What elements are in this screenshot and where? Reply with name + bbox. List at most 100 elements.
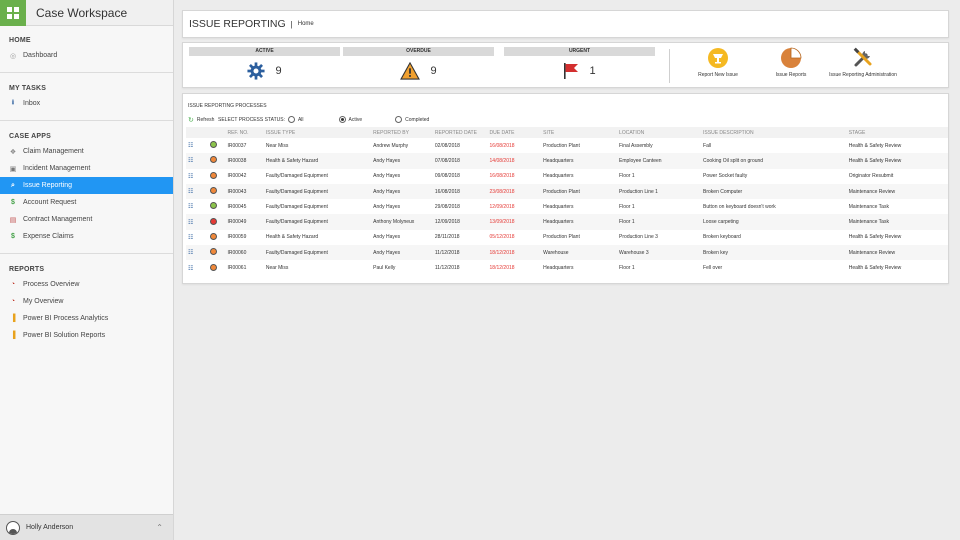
- sidebar: Case Workspace HOME ◎ Dashboard MY TASKS ⭳ In…: [0, 0, 174, 540]
- hierarchy-icon[interactable]: ☷: [188, 220, 193, 226]
- cell-ref: IR00059: [227, 234, 247, 241]
- cell-stage: Health & Safety Review: [848, 265, 902, 272]
- column-header-hierarchy: [186, 127, 209, 138]
- filter-option-active[interactable]: Active: [338, 116, 363, 123]
- hierarchy-cell[interactable]: ☷: [186, 214, 209, 230]
- column-header[interactable]: STAGE: [846, 127, 948, 138]
- dollar-icon: $: [11, 233, 15, 240]
- sidebar-item-my-overview[interactable]: ◔ My Overview: [0, 293, 173, 310]
- cell-ref: IR00061: [227, 265, 247, 272]
- table-row[interactable]: ☷ IR00042 Faulty/Damaged Equipment Andy Hay…: [186, 169, 948, 184]
- cell-reported: 09/08/2018: [434, 173, 460, 180]
- column-header[interactable]: REPORTED BY: [371, 127, 433, 138]
- cell-desc: Button on keyboard doesn't work: [703, 203, 776, 210]
- stat-overdue[interactable]: OVERDUE 9: [343, 47, 494, 85]
- sidebar-item-contract-management[interactable]: ▤ Contract Management: [0, 211, 173, 228]
- hierarchy-cell[interactable]: ☷: [186, 183, 209, 200]
- sidebar-section-title: MY TASKS: [9, 85, 47, 92]
- table-row[interactable]: ☷ IR00060 Faulty/Damaged Equipment Andy Hay…: [186, 245, 948, 261]
- report-new-issue-button[interactable]: Report New Issue: [683, 47, 753, 78]
- sidebar-section: MY TASKS ⭳ Inbox: [0, 83, 173, 112]
- hierarchy-cell[interactable]: ☷: [186, 153, 209, 169]
- page-title: ISSUE REPORTING: [189, 18, 286, 30]
- column-header[interactable]: SITE: [541, 127, 618, 138]
- sidebar-item-label: Issue Reporting: [23, 182, 73, 189]
- issue-reporting-administration-button[interactable]: Issue Reporting Administration: [828, 47, 898, 78]
- sidebar-item-issue-reporting[interactable]: ⌕ Issue Reporting: [0, 177, 173, 194]
- sidebar-item-expense-claims[interactable]: $ Expense Claims: [0, 228, 173, 245]
- column-header[interactable]: ISSUE DESCRIPTION: [701, 127, 847, 138]
- hierarchy-icon[interactable]: ☷: [188, 266, 193, 272]
- cell-location: Employee Canteen: [617, 153, 702, 169]
- table-row[interactable]: ☷ IR00061 Near Miss Paul Kelly 11/12/2018 18/…: [186, 260, 948, 275]
- sidebar-section-title: REPORTS: [9, 266, 45, 273]
- hierarchy-cell[interactable]: ☷: [186, 260, 208, 275]
- radio-button[interactable]: [338, 116, 346, 123]
- column-header[interactable]: ISSUE TYPE: [263, 127, 372, 138]
- cell-ref: IR00049: [225, 214, 264, 230]
- sidebar-item-inbox[interactable]: ⭳ Inbox: [0, 95, 173, 112]
- hierarchy-cell[interactable]: ☷: [186, 245, 209, 261]
- hierarchy-icon[interactable]: ☷: [188, 158, 193, 164]
- column-header[interactable]: LOCATION: [617, 127, 702, 138]
- hierarchy-cell[interactable]: ☷: [186, 169, 208, 184]
- table-row[interactable]: ☷ IR00038 Health & Safety Hazard Andy Hayes…: [186, 153, 948, 169]
- user-menu[interactable]: Holly Anderson ⌃: [0, 514, 173, 540]
- sidebar-item-account-request[interactable]: $ Account Request: [0, 194, 173, 211]
- column-header[interactable]: REF. NO.: [225, 127, 264, 138]
- table-row[interactable]: ☷ IR00045 Faulty/Damaged Equipment Andy Hay…: [186, 199, 948, 214]
- filter-option-completed[interactable]: Completed: [395, 116, 429, 123]
- hierarchy-icon[interactable]: ☷: [188, 143, 193, 149]
- chevron-up-icon[interactable]: ⌃: [156, 523, 163, 532]
- hierarchy-icon[interactable]: ☷: [188, 204, 193, 210]
- cell-type: Near Miss: [265, 265, 289, 272]
- stat-value: 9: [430, 64, 437, 77]
- incident-icon: ▣: [9, 165, 17, 173]
- table-row[interactable]: ☷ IR00043 Faulty/Damaged Equipment Andy Hay…: [186, 183, 948, 200]
- cell-type: Faulty/Damaged Equipment: [265, 203, 328, 210]
- sidebar-item-power-bi-solution-reports[interactable]: ▐ Power BI Solution Reports: [0, 327, 173, 344]
- status-indicator-icon: [210, 156, 218, 164]
- radio-button[interactable]: [287, 116, 295, 123]
- stat-active[interactable]: ACTIVE 9: [189, 47, 340, 85]
- column-header[interactable]: DUE DATE: [487, 127, 542, 138]
- hierarchy-icon[interactable]: ☷: [188, 174, 193, 180]
- warning-icon: [400, 61, 421, 80]
- hierarchy-cell[interactable]: ☷: [186, 138, 208, 153]
- cell-site: Production Plant: [541, 183, 618, 200]
- cell-site: Warehouse: [541, 245, 618, 261]
- column-header[interactable]: REPORTED DATE: [432, 127, 488, 138]
- cell-site: Production Plant: [543, 234, 580, 241]
- stat-urgent[interactable]: URGENT 1: [504, 47, 655, 85]
- breadcrumb[interactable]: Home: [298, 21, 314, 27]
- status-filter: All Active Completed: [287, 116, 429, 123]
- cell-ref: IR00043: [225, 183, 264, 200]
- table-row[interactable]: ☷ IR00049 Faulty/Damaged Equipment Anthony …: [186, 214, 948, 230]
- cell-desc: Broken keyboard: [703, 234, 741, 241]
- hierarchy-cell[interactable]: ☷: [186, 230, 208, 245]
- sidebar-item-claim-management[interactable]: ❖ Claim Management: [0, 143, 173, 160]
- hierarchy-icon[interactable]: ☷: [188, 189, 193, 195]
- radio-button[interactable]: [395, 116, 403, 123]
- sidebar-item-process-overview[interactable]: ◔ Process Overview: [0, 276, 173, 293]
- cell-due: 18/12/2018: [489, 265, 515, 272]
- sidebar-item-power-bi-process-analytics[interactable]: ▐ Power BI Process Analytics: [0, 310, 173, 327]
- app-grid-icon[interactable]: [0, 0, 26, 26]
- filter-option-all[interactable]: All: [287, 116, 304, 123]
- refresh-button[interactable]: ↻ Refresh: [188, 116, 218, 124]
- hierarchy-cell[interactable]: ☷: [186, 199, 208, 214]
- cell-desc: Broken Computer: [701, 183, 847, 200]
- sidebar-item-dashboard[interactable]: ◎ Dashboard: [0, 47, 173, 64]
- cell-site: Headquarters: [541, 214, 618, 230]
- sidebar-item-incident-management[interactable]: ▣ Incident Management: [0, 160, 173, 177]
- table-row[interactable]: ☷ IR00037 Near Miss Andrew Murphy 02/08/2018…: [186, 138, 948, 153]
- cell-location: Warehouse 3: [617, 245, 702, 261]
- table-row[interactable]: ☷ IR00059 Health & Safety Hazard Andy Hayes…: [186, 230, 948, 245]
- issue-reports-button[interactable]: Issue Reports: [756, 47, 826, 78]
- hierarchy-icon[interactable]: ☷: [188, 235, 193, 241]
- status-cell: [208, 169, 225, 184]
- sidebar-item-label: Expense Claims: [23, 233, 74, 240]
- cell-type: Faulty/Damaged Equipment: [265, 173, 328, 180]
- hierarchy-icon[interactable]: ☷: [188, 250, 193, 256]
- filter-option-label: Active: [348, 116, 363, 123]
